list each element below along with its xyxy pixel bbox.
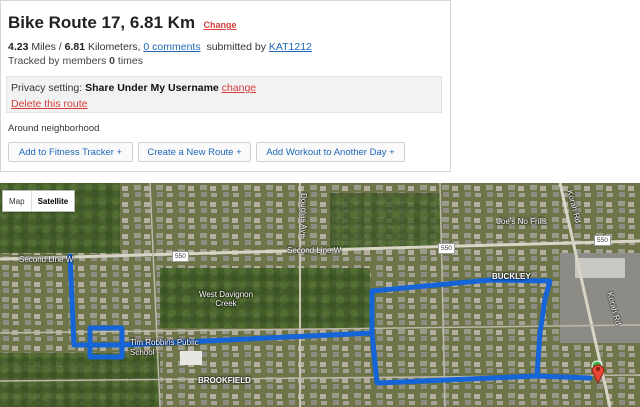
- miles-value: 4.23: [8, 41, 29, 53]
- map-type-control: Map Satellite: [2, 190, 76, 212]
- privacy-label: Privacy setting:: [11, 82, 86, 94]
- change-title-link[interactable]: Change: [204, 20, 237, 30]
- privacy-setting-line: Privacy setting: Share Under My Username…: [11, 82, 256, 94]
- street-label: Douglas Ave: [299, 193, 308, 238]
- neighborhood-map-label: BUCKLEY: [492, 272, 531, 281]
- route-details-panel: Bike Route 17, 6.81 Km Change 4.23 Miles…: [0, 0, 451, 172]
- store-label: Joe's No Frills: [497, 217, 547, 226]
- author-link[interactable]: KAT1212: [269, 41, 312, 53]
- create-new-route-button[interactable]: Create a New Route +: [138, 142, 251, 162]
- satellite-view-button[interactable]: Satellite: [30, 191, 75, 211]
- add-workout-another-day-button[interactable]: Add Workout to Another Day +: [256, 142, 405, 162]
- tree-cover: [160, 268, 370, 328]
- submitted-by-label: submitted by: [206, 41, 269, 53]
- route-title-row: Bike Route 17, 6.81 Km Change: [8, 13, 237, 33]
- school-label: Tim Robbins Public School: [130, 338, 199, 357]
- route-stats: 4.23 Miles / 6.81 Kilometers, 0 comments…: [8, 41, 312, 53]
- km-unit: Kilometers,: [85, 41, 144, 53]
- store-building: [575, 258, 625, 278]
- neighborhood-label: Around neighborhood: [8, 123, 100, 134]
- street-label: Second Line W: [19, 255, 74, 264]
- comments-link[interactable]: 0 comments: [143, 41, 200, 53]
- tracked-suffix: times: [114, 55, 143, 67]
- street-label: Second Line W: [287, 246, 342, 255]
- map-view-button[interactable]: Map: [3, 191, 31, 211]
- creek-label: West Davignon Creek: [198, 290, 254, 308]
- delete-route-link[interactable]: Delete this route: [11, 98, 87, 110]
- privacy-change-link[interactable]: change: [222, 82, 256, 94]
- highway-shield: 550: [438, 243, 455, 254]
- km-value: 6.81: [64, 41, 86, 53]
- route-title: Bike Route 17, 6.81 Km: [8, 13, 196, 32]
- tracked-count-text: Tracked by members 0 times: [8, 55, 143, 67]
- highway-shield: 550: [172, 251, 189, 262]
- tree-cover: [330, 193, 440, 248]
- tracked-prefix: Tracked by members: [8, 55, 110, 67]
- route-map[interactable]: Second Line W Second Line W Douglas Ave …: [0, 183, 640, 407]
- neighborhood-map-label: BROOKFIELD: [198, 376, 251, 385]
- privacy-value: Share Under My Username: [85, 82, 219, 94]
- highway-shield: 550: [594, 235, 611, 246]
- miles-unit: Miles /: [28, 41, 65, 53]
- add-to-fitness-tracker-button[interactable]: Add to Fitness Tracker +: [8, 142, 133, 162]
- privacy-box: Privacy setting: Share Under My Username…: [6, 76, 442, 113]
